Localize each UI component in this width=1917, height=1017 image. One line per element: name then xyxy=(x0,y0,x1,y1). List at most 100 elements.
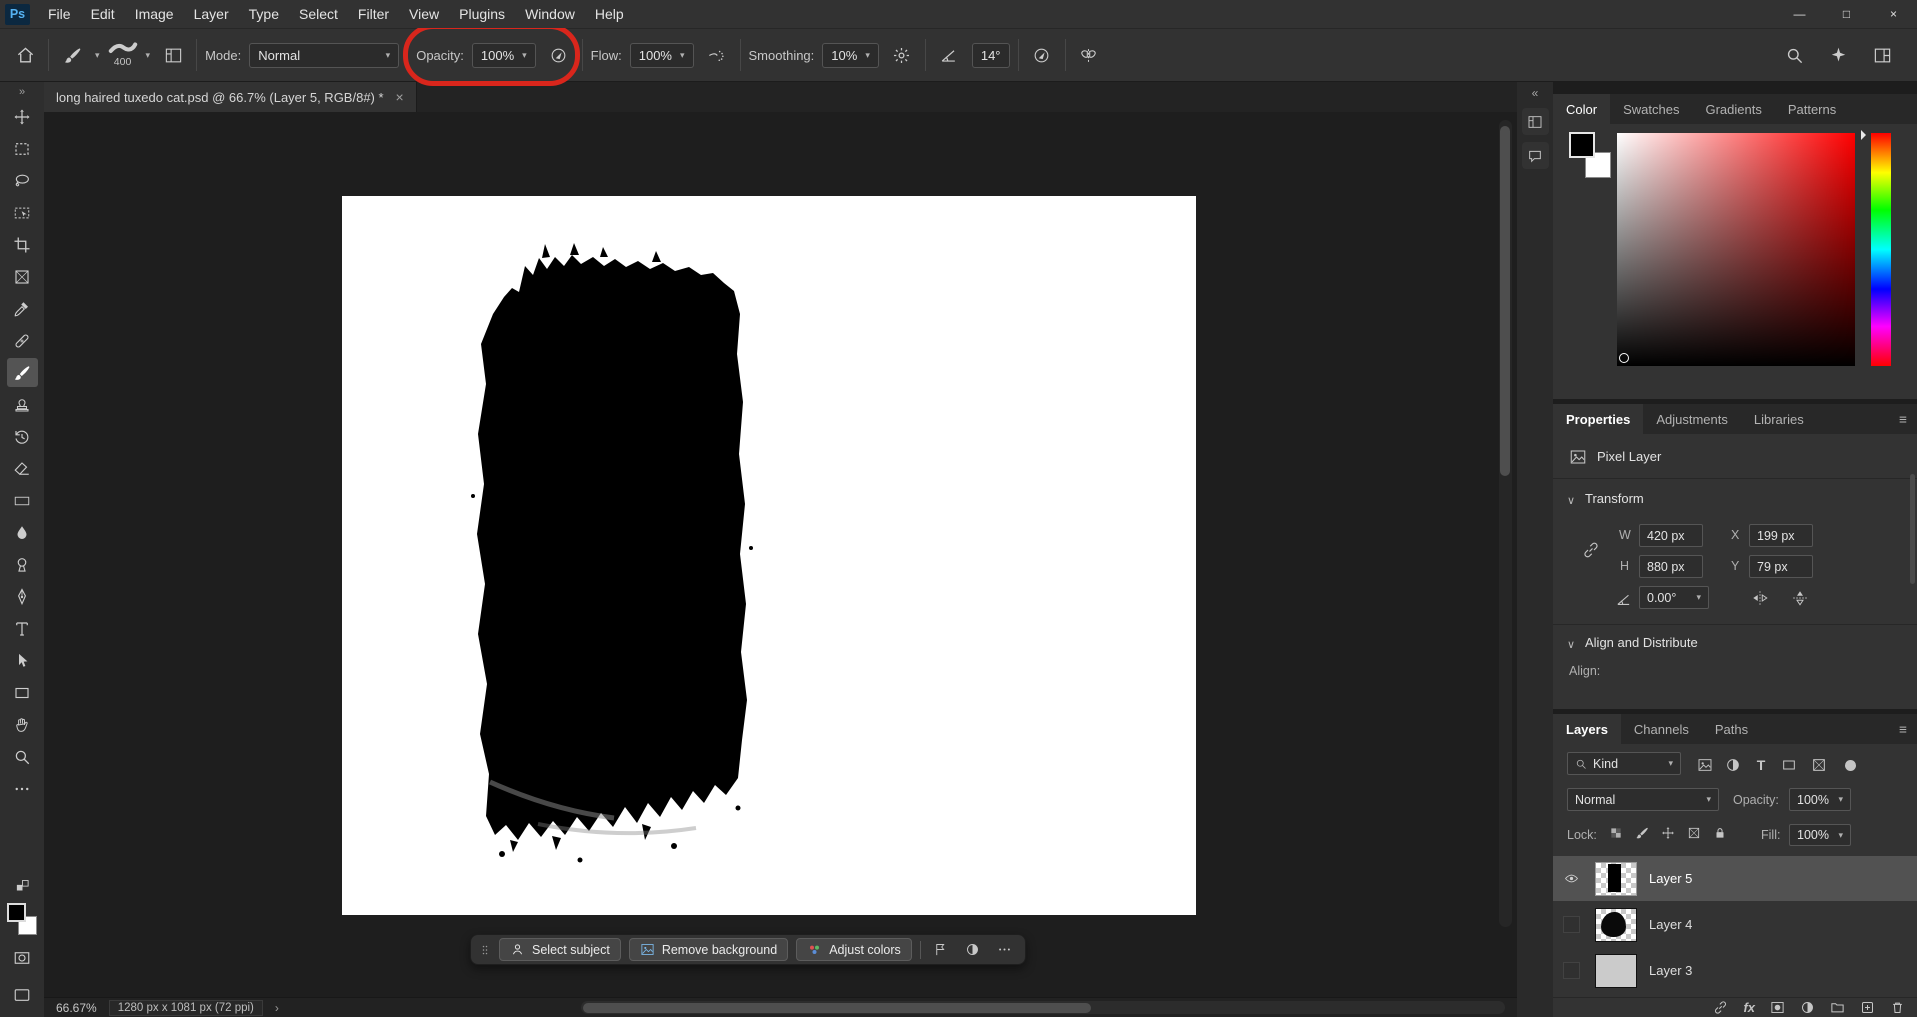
hue-slider[interactable] xyxy=(1861,130,1891,366)
layer-name[interactable]: Layer 4 xyxy=(1649,917,1692,932)
layer-row[interactable]: Layer 5 xyxy=(1553,856,1917,901)
edit-toolbar-button[interactable] xyxy=(7,774,38,803)
color-picker-cursor[interactable] xyxy=(1619,353,1629,363)
layer-thumbnail[interactable] xyxy=(1595,953,1637,988)
tab-properties[interactable]: Properties xyxy=(1553,404,1644,434)
menu-type[interactable]: Type xyxy=(239,0,289,28)
search-button[interactable] xyxy=(1779,40,1809,70)
document-tab[interactable]: long haired tuxedo cat.psd @ 66.7% (Laye… xyxy=(44,82,417,112)
horizontal-scrollbar-thumb[interactable] xyxy=(582,1002,1092,1013)
smoothing-options-button[interactable] xyxy=(887,40,917,70)
foreground-color-swatch[interactable] xyxy=(7,903,26,922)
menu-window[interactable]: Window xyxy=(515,0,585,28)
layer-visibility-toggle[interactable] xyxy=(1553,871,1589,886)
discover-button[interactable] xyxy=(1823,40,1853,70)
pressure-opacity-button[interactable] xyxy=(544,40,574,70)
spot-healing-brush-tool[interactable] xyxy=(7,326,38,355)
minimize-button[interactable]: — xyxy=(1776,0,1823,28)
filter-shape-layers-button[interactable] xyxy=(1779,755,1799,775)
menu-help[interactable]: Help xyxy=(585,0,634,28)
taskbar-contrast-button[interactable] xyxy=(961,938,985,961)
maximize-button[interactable]: □ xyxy=(1823,0,1870,28)
x-field[interactable]: 199 px xyxy=(1749,524,1813,547)
path-selection-tool[interactable] xyxy=(7,646,38,675)
new-layer-button[interactable] xyxy=(1860,1000,1875,1015)
horizontal-scrollbar[interactable] xyxy=(580,1001,1505,1014)
add-layer-mask-button[interactable] xyxy=(1770,1000,1785,1015)
flow-select[interactable]: 100% ▾ xyxy=(629,42,694,68)
layer-thumbnail[interactable] xyxy=(1595,861,1637,896)
menu-filter[interactable]: Filter xyxy=(348,0,399,28)
lock-transparency-button[interactable] xyxy=(1607,824,1625,842)
airbrush-button[interactable] xyxy=(702,40,732,70)
home-button[interactable] xyxy=(10,40,40,70)
hand-tool[interactable] xyxy=(7,710,38,739)
taskbar-properties-button[interactable] xyxy=(929,938,953,961)
paint-symmetry-button[interactable] xyxy=(1074,40,1104,70)
tab-paths[interactable]: Paths xyxy=(1702,714,1761,744)
layers-blend-mode-select[interactable]: Normal ▾ xyxy=(1567,788,1719,811)
layer-name[interactable]: Layer 3 xyxy=(1649,963,1692,978)
type-tool[interactable] xyxy=(7,614,38,643)
object-selection-tool[interactable] xyxy=(7,198,38,227)
foreground-color-swatch[interactable] xyxy=(1569,132,1595,158)
layer-row[interactable]: Layer 4 xyxy=(1553,902,1917,947)
layer-thumbnail[interactable] xyxy=(1595,907,1637,942)
filter-adjustment-layers-button[interactable] xyxy=(1723,755,1743,775)
link-dimensions-button[interactable] xyxy=(1579,530,1603,570)
layer-visibility-toggle[interactable] xyxy=(1553,916,1589,933)
brush-tool[interactable] xyxy=(6,358,38,387)
marquee-tool[interactable] xyxy=(7,134,38,163)
toolbar-expand-button[interactable]: » xyxy=(19,84,25,99)
taskbar-more-button[interactable] xyxy=(993,938,1017,961)
canvas-document[interactable] xyxy=(342,196,1196,915)
tab-channels[interactable]: Channels xyxy=(1621,714,1702,744)
tab-patterns[interactable]: Patterns xyxy=(1775,94,1849,124)
screen-mode-button[interactable] xyxy=(7,980,38,1009)
saturation-brightness-field[interactable] xyxy=(1617,133,1855,366)
tab-close-icon[interactable]: × xyxy=(396,89,404,105)
lasso-tool[interactable] xyxy=(7,166,38,195)
new-adjustment-layer-button[interactable] xyxy=(1800,1000,1815,1015)
collapsed-panels-button[interactable] xyxy=(1521,108,1549,135)
chevron-down-icon[interactable]: ▾ xyxy=(95,50,100,61)
blend-mode-select[interactable]: Normal ▾ xyxy=(249,42,400,68)
layer-visibility-toggle[interactable] xyxy=(1553,962,1589,979)
fill-field[interactable]: 100% ▾ xyxy=(1789,824,1851,846)
layer-row[interactable]: Layer 3 xyxy=(1553,948,1917,993)
menu-view[interactable]: View xyxy=(399,0,449,28)
select-subject-button[interactable]: Select subject xyxy=(499,938,621,961)
brush-preset-picker[interactable]: 400 xyxy=(108,42,138,68)
quick-mask-button[interactable] xyxy=(7,943,38,972)
opacity-select[interactable]: 100% ▾ xyxy=(471,42,536,68)
menu-file[interactable]: File xyxy=(38,0,81,28)
zoom-level[interactable]: 66.67% xyxy=(56,1001,97,1015)
pen-tool[interactable] xyxy=(7,582,38,611)
gradient-tool[interactable] xyxy=(7,486,38,515)
close-button[interactable]: × xyxy=(1870,0,1917,28)
section-chevron-icon[interactable]: ∨ xyxy=(1567,494,1575,507)
menu-select[interactable]: Select xyxy=(289,0,348,28)
remove-background-button[interactable]: Remove background xyxy=(628,938,789,961)
lock-paint-button[interactable] xyxy=(1633,824,1651,842)
vertical-scrollbar[interactable] xyxy=(1499,120,1512,927)
chevron-down-icon[interactable]: ▾ xyxy=(146,50,151,61)
menu-plugins[interactable]: Plugins xyxy=(449,0,515,28)
tool-preset-picker[interactable] xyxy=(57,40,87,70)
toggle-brush-settings-button[interactable] xyxy=(158,40,188,70)
tab-libraries[interactable]: Libraries xyxy=(1741,404,1817,434)
taskbar-drag-handle[interactable] xyxy=(479,941,491,959)
menu-edit[interactable]: Edit xyxy=(81,0,125,28)
delete-layer-button[interactable] xyxy=(1890,1000,1905,1015)
flip-horizontal-button[interactable] xyxy=(1749,587,1771,609)
height-field[interactable]: 880 px xyxy=(1639,555,1703,578)
zoom-tool[interactable] xyxy=(7,742,38,771)
rectangle-tool[interactable] xyxy=(7,678,38,707)
layers-opacity-field[interactable]: 100% ▾ xyxy=(1789,788,1851,811)
comments-panel-button[interactable] xyxy=(1521,142,1549,169)
dodge-tool[interactable] xyxy=(7,550,38,579)
align-section-title[interactable]: Align and Distribute xyxy=(1585,635,1698,650)
lock-all-button[interactable] xyxy=(1711,824,1729,842)
eraser-tool[interactable] xyxy=(7,454,38,483)
workspace-switcher-button[interactable] xyxy=(1867,40,1897,70)
